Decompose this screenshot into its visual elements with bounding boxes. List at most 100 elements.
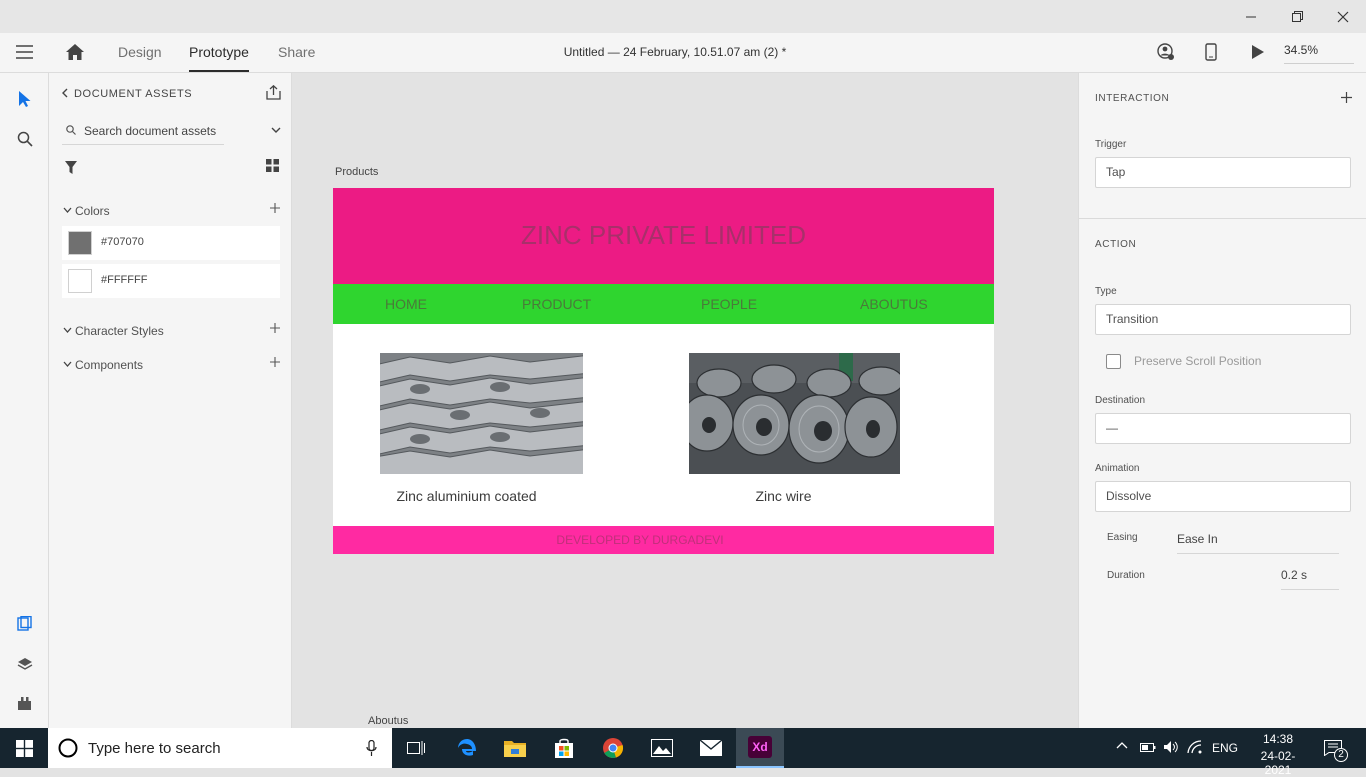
assets-title: DOCUMENT ASSETS [74,88,193,100]
cortana-circle-icon [58,738,78,758]
chevron-down-icon[interactable] [271,127,281,133]
easing-select[interactable]: Ease In [1177,532,1339,554]
zoom-tool-icon[interactable] [17,131,33,147]
file-explorer-taskbar-button[interactable] [491,728,539,768]
artboard-label-aboutus[interactable]: Aboutus [368,715,408,727]
input-language-indicator[interactable]: ENG [1212,741,1238,755]
layers-panel-icon[interactable] [17,657,33,672]
character-styles-section-label[interactable]: Character Styles [75,324,164,338]
grid-view-icon[interactable] [266,159,279,172]
animation-select[interactable]: Dissolve [1095,481,1351,512]
duration-input[interactable]: 0.2 s [1281,568,1339,590]
colors-chevron-icon[interactable] [63,207,72,213]
color-swatch-row[interactable]: #707070 [62,226,280,260]
device-preview-icon[interactable] [1205,43,1217,61]
zinc-ingots-illustration [380,353,583,474]
add-component-icon[interactable] [270,357,280,367]
assets-search-input[interactable]: Search document assets [84,124,216,138]
artboard-products[interactable]: ZINC PRIVATE LIMITED HOME PRODUCT PEOPLE… [333,188,994,554]
store-taskbar-button[interactable] [540,728,588,768]
artboard-header[interactable]: ZINC PRIVATE LIMITED [333,188,994,284]
app-bar: Design Prototype Share Untitled — 24 Feb… [0,33,1366,73]
task-view-button[interactable] [392,728,440,768]
nav-people[interactable]: PEOPLE [701,284,757,324]
assets-search[interactable]: Search document assets [62,117,224,145]
components-section-label[interactable]: Components [75,358,143,372]
edge-taskbar-button[interactable] [443,728,491,768]
plugins-panel-icon[interactable] [17,697,32,711]
easing-label: Easing [1107,532,1138,543]
company-heading: ZINC PRIVATE LIMITED [520,220,807,250]
adobe-xd-icon: Xd [748,736,772,758]
assets-panel-icon[interactable] [17,616,32,631]
duration-label: Duration [1107,570,1145,581]
filter-icon[interactable] [65,161,77,174]
restore-icon [1291,11,1303,22]
zoom-field[interactable]: 34.5% [1284,43,1354,64]
nav-aboutus[interactable]: ABOUTUS [860,284,928,324]
animation-label: Animation [1095,463,1140,474]
edge-browser-icon [458,739,476,756]
nav-home[interactable]: HOME [385,284,427,324]
artboard-nav-bar[interactable]: HOME PRODUCT PEOPLE ABOUTUS [333,284,994,324]
taskbar-search-box[interactable]: Type here to search [48,728,392,768]
add-color-icon[interactable] [270,203,280,213]
design-canvas[interactable]: Products ZINC PRIVATE LIMITED HOME PRODU… [292,73,1078,728]
windows-taskbar: Type here to search Xd ENG 14:38 24-02-2… [0,728,1366,777]
zinc-ingots-image[interactable] [380,353,583,474]
mail-taskbar-button[interactable] [687,728,735,768]
clock-time[interactable]: 14:38 [1248,732,1308,746]
mail-envelope-icon [700,740,722,756]
clock-date[interactable]: 24-02-2021 [1248,749,1308,777]
home-icon[interactable] [66,44,84,60]
color-swatch [68,231,92,255]
user-share-icon[interactable] [1157,43,1175,61]
panel-divider [1079,218,1366,219]
add-interaction-icon[interactable] [1341,92,1352,103]
store-bag-icon [555,738,573,758]
select-tool-icon[interactable] [18,90,31,107]
notification-count-badge: 2 [1334,748,1348,762]
zinc-wire-coils-image[interactable] [689,353,900,474]
nav-product[interactable]: PRODUCT [522,284,591,324]
back-chevron-icon[interactable] [62,88,68,98]
tab-prototype[interactable]: Prototype [189,33,249,72]
artboard-label-products[interactable]: Products [335,166,378,178]
preserve-scroll-checkbox[interactable] [1106,354,1121,369]
hamburger-menu-icon[interactable] [16,45,34,59]
play-preview-icon[interactable] [1251,44,1265,60]
windows-start-button[interactable] [0,728,48,768]
product-caption: Zinc wire [755,488,812,504]
footer-credit: DEVELOPED BY DURGADEVI [556,533,724,547]
battery-icon[interactable] [1140,741,1156,753]
tab-design[interactable]: Design [118,33,162,72]
character-styles-chevron-icon[interactable] [63,327,72,333]
type-label: Type [1095,286,1117,297]
artboard-footer[interactable]: DEVELOPED BY DURGADEVI [333,526,994,554]
chrome-taskbar-button[interactable] [589,728,637,768]
type-select[interactable]: Transition [1095,304,1351,335]
components-chevron-icon[interactable] [63,361,72,367]
windows-logo-icon [15,739,33,757]
export-share-icon[interactable] [266,85,281,100]
microphone-icon[interactable] [366,740,377,757]
restore-button[interactable] [1274,0,1320,33]
document-assets-panel: DOCUMENT ASSETS Search document assets C… [49,73,292,728]
adobe-xd-taskbar-button[interactable]: Xd [736,728,784,768]
colors-section-label[interactable]: Colors [75,204,110,218]
close-button[interactable] [1320,0,1366,33]
minimize-button[interactable] [1228,0,1274,33]
tool-rail [0,73,49,728]
wifi-icon[interactable] [1187,740,1203,754]
color-swatch-row[interactable]: #FFFFFF [62,264,280,298]
add-character-style-icon[interactable] [270,323,280,333]
volume-icon[interactable] [1163,740,1179,754]
show-hidden-icons-chevron-icon[interactable] [1116,741,1128,749]
destination-select[interactable]: — [1095,413,1351,444]
tab-share[interactable]: Share [278,33,315,72]
trigger-select[interactable]: Tap [1095,157,1351,188]
color-hex-label: #FFFFFF [101,274,148,286]
preserve-scroll-label: Preserve Scroll Position [1134,354,1262,368]
taskbar-search-input[interactable]: Type here to search [88,740,221,757]
photos-taskbar-button[interactable] [638,728,686,768]
